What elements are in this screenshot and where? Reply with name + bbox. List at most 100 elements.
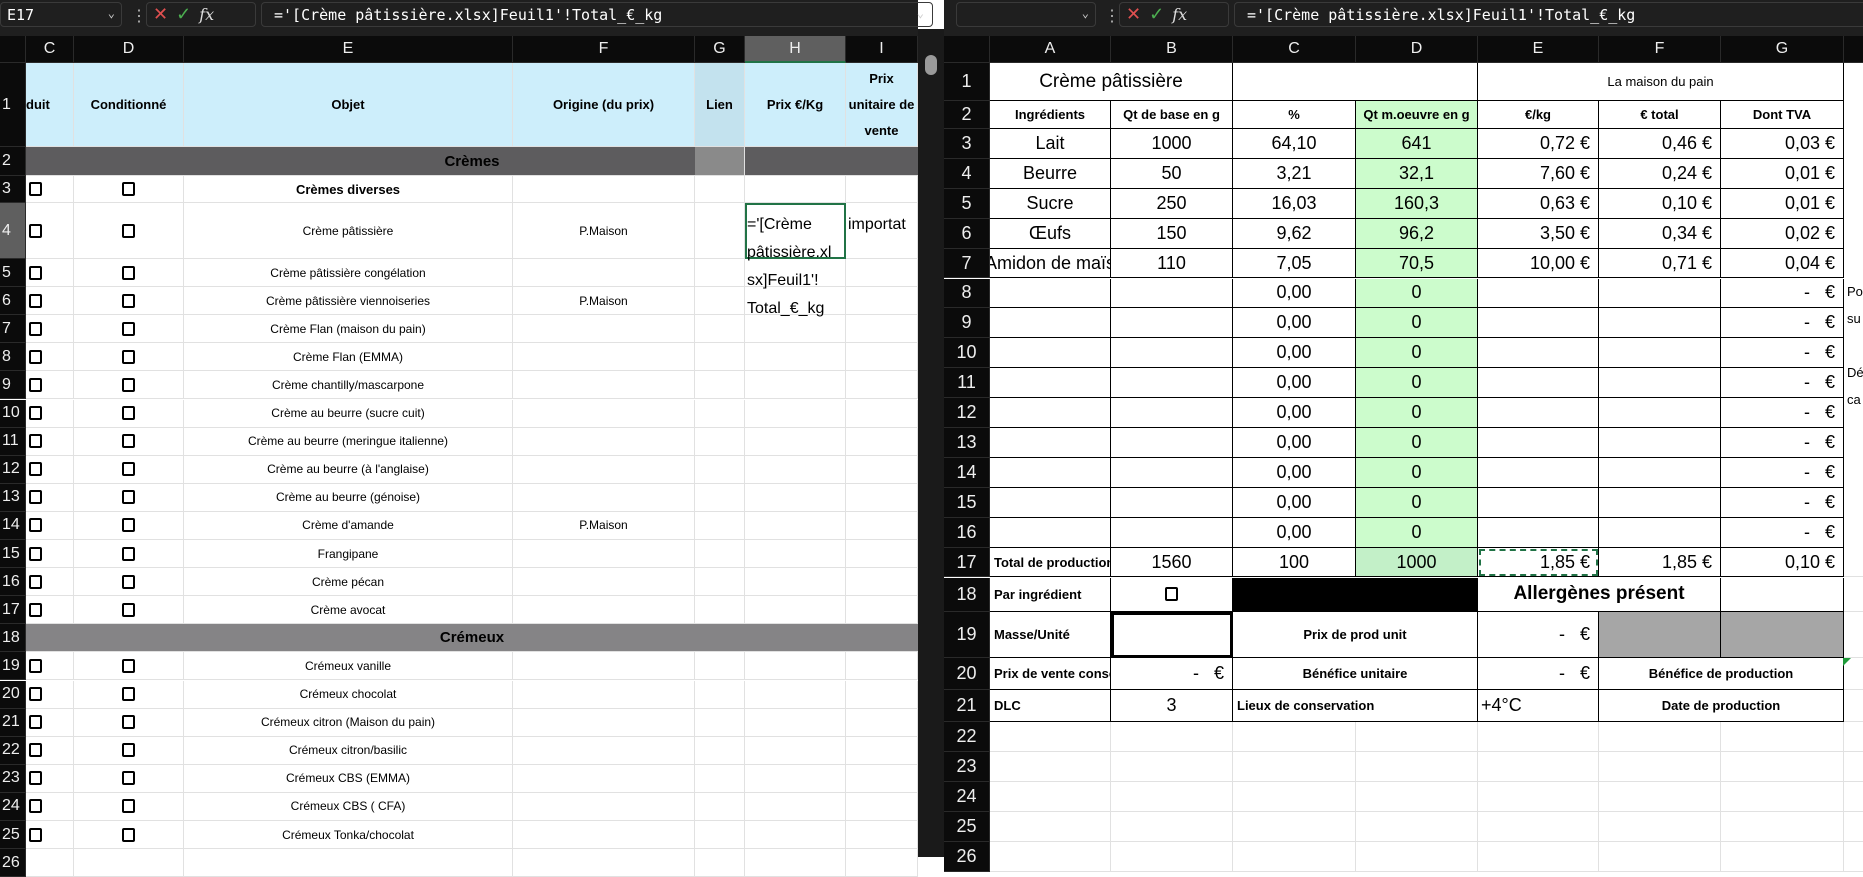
- cell-C[interactable]: [26, 596, 74, 625]
- checkbox[interactable]: [122, 321, 135, 336]
- ingredient-value[interactable]: 0,03 €: [1721, 129, 1844, 159]
- ingredient-value[interactable]: 150: [1111, 218, 1233, 249]
- ingredient-value[interactable]: 0: [1356, 428, 1478, 458]
- empty-cell[interactable]: [1233, 811, 1356, 842]
- cell-I[interactable]: [846, 736, 918, 765]
- vertical-scrollbar[interactable]: [918, 29, 944, 857]
- cell-I[interactable]: [846, 259, 918, 288]
- ingredient-value[interactable]: [1478, 308, 1599, 339]
- empty-cell[interactable]: [1844, 578, 1863, 612]
- cell-H[interactable]: [745, 849, 846, 877]
- more-icon[interactable]: ⋮: [1104, 6, 1120, 26]
- empty-cell[interactable]: [1478, 721, 1599, 752]
- cell-C[interactable]: [26, 315, 74, 344]
- cell-D[interactable]: [74, 849, 184, 877]
- checkbox[interactable]: [122, 518, 135, 533]
- cell-D[interactable]: [74, 511, 184, 540]
- ingredient-value[interactable]: [1599, 368, 1721, 399]
- empty-cell[interactable]: [1844, 812, 1863, 842]
- cell-H[interactable]: [745, 483, 846, 512]
- checkbox[interactable]: [122, 546, 135, 561]
- empty-cell[interactable]: [1844, 159, 1863, 189]
- cell-G[interactable]: [695, 315, 745, 344]
- cell-D[interactable]: [74, 176, 184, 203]
- cell-G[interactable]: [695, 343, 745, 372]
- cell-D[interactable]: [74, 287, 184, 316]
- cell-I[interactable]: [846, 176, 918, 203]
- cell-H[interactable]: [745, 652, 846, 681]
- column-label[interactable]: %: [1233, 101, 1356, 129]
- dlc-value[interactable]: 3: [1111, 689, 1233, 722]
- cell-H[interactable]: [745, 736, 846, 765]
- cell-C[interactable]: [26, 680, 74, 709]
- checkbox[interactable]: [29, 223, 42, 238]
- cell-C[interactable]: [26, 540, 74, 569]
- ingredient-value[interactable]: 0: [1356, 398, 1478, 428]
- origin-cell[interactable]: [513, 736, 695, 765]
- confirm-icon[interactable]: ✓: [176, 4, 191, 25]
- select-all-corner[interactable]: [0, 36, 26, 63]
- cell-D[interactable]: [74, 455, 184, 484]
- empty-cell[interactable]: [1844, 458, 1863, 488]
- cell-C[interactable]: [26, 343, 74, 372]
- ingredient-value[interactable]: [1478, 428, 1599, 458]
- row-header[interactable]: 19: [0, 652, 26, 681]
- ingredient-value[interactable]: 0,02 €: [1721, 218, 1844, 249]
- ingredient-value[interactable]: 32,1: [1356, 158, 1478, 189]
- checkbox[interactable]: [122, 715, 135, 730]
- row-header[interactable]: 1: [944, 63, 990, 101]
- ingredient-value[interactable]: - €: [1721, 517, 1844, 548]
- cell-C[interactable]: [26, 849, 74, 877]
- object-cell[interactable]: Crémeux CBS (EMMA): [184, 764, 513, 793]
- cell-I[interactable]: [846, 568, 918, 597]
- origin-cell[interactable]: [513, 343, 695, 372]
- cell-C[interactable]: [26, 203, 74, 259]
- row-header[interactable]: 15: [0, 540, 26, 569]
- cell-C[interactable]: [26, 455, 74, 484]
- checkbox[interactable]: [29, 462, 42, 477]
- checkbox[interactable]: [122, 377, 135, 392]
- origin-cell[interactable]: [513, 568, 695, 597]
- ingredient-value[interactable]: 0,00: [1233, 338, 1356, 369]
- cell-C[interactable]: [26, 483, 74, 512]
- cell-C[interactable]: [26, 764, 74, 793]
- cell-G[interactable]: [695, 427, 745, 456]
- empty-cell[interactable]: [1478, 811, 1599, 842]
- ingredient-value[interactable]: 0,01 €: [1721, 158, 1844, 189]
- checkbox[interactable]: [29, 602, 42, 617]
- column-header-E[interactable]: E: [184, 36, 513, 63]
- object-cell[interactable]: Crème Flan (maison du pain): [184, 315, 513, 344]
- row-header[interactable]: 7: [944, 248, 990, 279]
- row-header[interactable]: 17: [0, 596, 26, 625]
- ingredient-value[interactable]: 0,10 €: [1599, 188, 1721, 219]
- empty-cell[interactable]: [990, 781, 1111, 812]
- row-header[interactable]: 16: [944, 517, 990, 548]
- checkbox[interactable]: [122, 490, 135, 505]
- ingredient-name[interactable]: Amidon de maïs: [990, 248, 1111, 279]
- empty-cell[interactable]: [1844, 722, 1863, 752]
- checkbox[interactable]: [29, 574, 42, 589]
- cell-D[interactable]: [74, 652, 184, 681]
- checkbox[interactable]: [122, 771, 135, 786]
- ingredient-name[interactable]: [990, 517, 1111, 548]
- cell-C[interactable]: [26, 399, 74, 428]
- cell-H[interactable]: [745, 511, 846, 540]
- origin-cell[interactable]: P.Maison: [513, 511, 695, 540]
- cell-H[interactable]: [745, 680, 846, 709]
- empty-cell[interactable]: [1844, 189, 1863, 219]
- cancel-icon[interactable]: ✕: [153, 4, 168, 25]
- empty-cell[interactable]: [1599, 781, 1721, 812]
- cell-I[interactable]: [846, 652, 918, 681]
- cell-H[interactable]: [745, 821, 846, 850]
- ingredient-name[interactable]: [990, 428, 1111, 458]
- column-header-G[interactable]: G: [1721, 36, 1844, 63]
- row-header[interactable]: 26: [0, 849, 26, 877]
- ingredient-value[interactable]: [1478, 338, 1599, 369]
- cell-H[interactable]: [745, 792, 846, 821]
- ingredient-value[interactable]: 0: [1356, 487, 1478, 518]
- empty-cell[interactable]: [1233, 721, 1356, 752]
- empty-cell[interactable]: [990, 721, 1111, 752]
- checkbox[interactable]: [122, 799, 135, 814]
- column-label[interactable]: €/kg: [1478, 101, 1599, 129]
- ingredient-value[interactable]: 70,5: [1356, 248, 1478, 279]
